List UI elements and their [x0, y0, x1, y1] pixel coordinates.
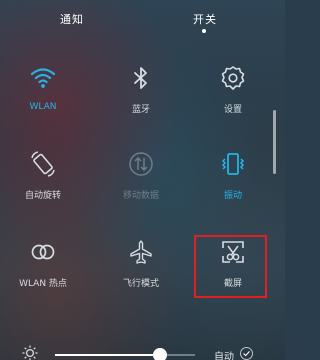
- toggle-label: 飞行模式: [122, 279, 159, 289]
- auto-rotate-icon: [31, 151, 55, 177]
- brightness-bar: 自动: [0, 338, 285, 360]
- airplane-icon: [130, 240, 152, 264]
- toggle-label: 设置: [223, 105, 242, 115]
- brightness-slider-fill: [55, 354, 160, 356]
- toggle-label: 振动: [223, 191, 242, 201]
- tab-switches[interactable]: 开关: [193, 11, 217, 27]
- brightness-icon: [22, 345, 38, 360]
- scrollbar[interactable]: [273, 110, 276, 174]
- toggle-wlan-hotspot[interactable]: WLAN 热点: [8, 238, 78, 289]
- tab-notifications[interactable]: 通知: [60, 11, 84, 27]
- auto-brightness-checkbox[interactable]: [240, 347, 253, 360]
- gear-icon: [221, 66, 245, 90]
- selected-tab-indicator: [202, 29, 206, 33]
- notification-shade-header: 通知 开关: [0, 0, 285, 34]
- hotspot-icon: [31, 244, 55, 260]
- toggle-label: WLAN 热点: [19, 279, 67, 289]
- vibrate-icon: [221, 153, 245, 175]
- toggle-label: WLAN: [29, 102, 57, 112]
- toggle-mobile-data[interactable]: 移动数据: [106, 150, 176, 201]
- toggle-airplane-mode[interactable]: 飞行模式: [106, 238, 176, 289]
- toggle-label: 自动旋转: [24, 191, 61, 201]
- screenshot-highlight-box: [194, 235, 267, 298]
- toggle-settings[interactable]: 设置: [198, 64, 268, 115]
- check-icon: [243, 351, 250, 357]
- toggle-vibrate[interactable]: 振动: [198, 150, 268, 201]
- toggle-auto-rotate[interactable]: 自动旋转: [8, 150, 78, 201]
- brightness-slider-thumb[interactable]: [153, 348, 167, 360]
- bluetooth-icon: [134, 67, 147, 89]
- toggle-label: 蓝牙: [131, 105, 150, 115]
- toggle-label: 移动数据: [122, 191, 159, 201]
- toggle-bluetooth[interactable]: 蓝牙: [106, 64, 176, 115]
- wifi-icon: [30, 68, 56, 88]
- toggle-wlan[interactable]: WLAN: [8, 64, 78, 112]
- mobile-data-icon: [129, 152, 153, 176]
- brightness-slider-track[interactable]: [55, 354, 195, 356]
- auto-brightness-label: 自动: [214, 352, 234, 360]
